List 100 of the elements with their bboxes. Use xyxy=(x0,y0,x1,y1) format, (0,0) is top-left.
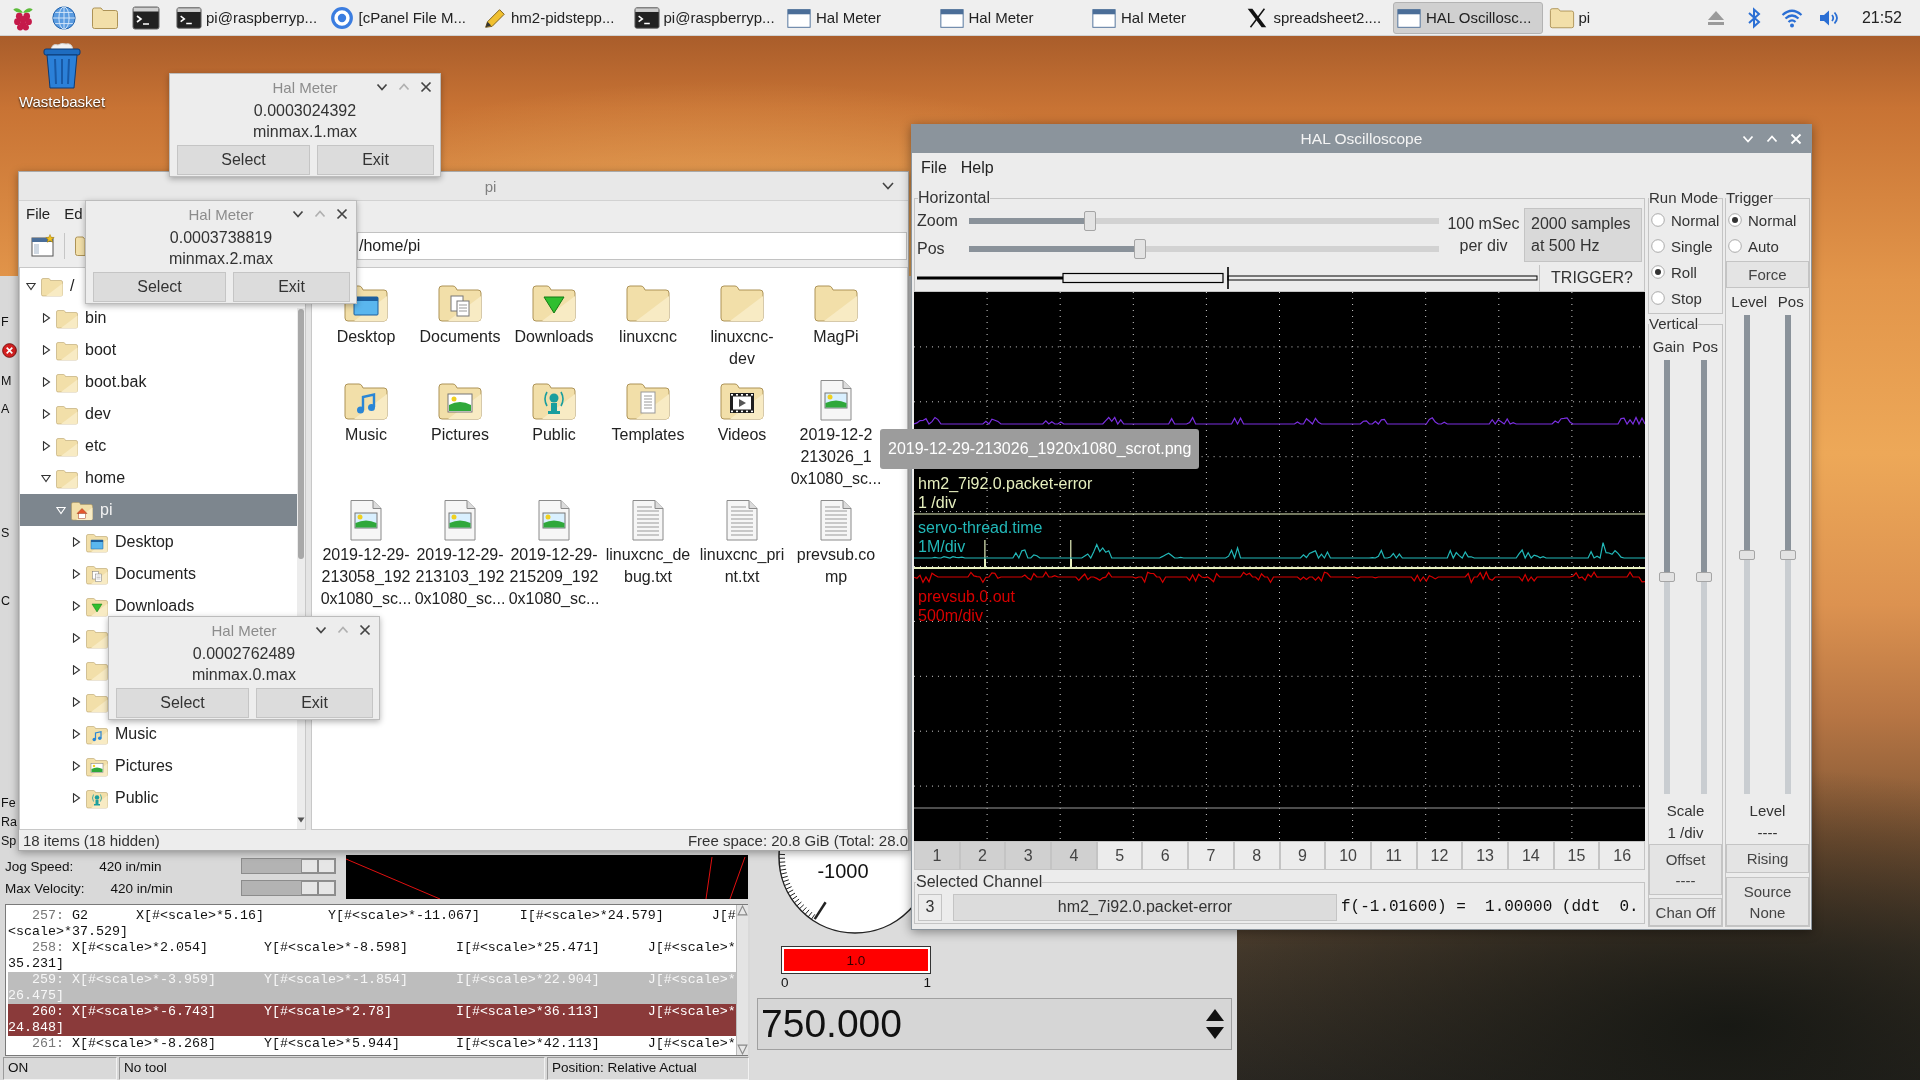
taskbar-button[interactable]: Hal Meter xyxy=(935,1,1086,34)
text-document-item[interactable]: linuxcnc_de bug.txt xyxy=(601,496,695,588)
taskbar-button[interactable]: pi@raspberryp... xyxy=(630,1,781,34)
radio-option[interactable]: Single xyxy=(1649,233,1722,259)
picture-item[interactable]: 2019-12-29- 215209_192 0x1080_sc... xyxy=(507,496,601,610)
folder-item[interactable]: Music xyxy=(319,376,413,446)
scroll-down-arrow-icon[interactable] xyxy=(736,1044,748,1055)
desktop-shortcut[interactable]: Wastebasket xyxy=(8,42,116,110)
meter-button[interactable]: Select xyxy=(93,272,226,302)
folder-icon[interactable] xyxy=(90,4,119,31)
folder-icon[interactable] xyxy=(74,234,85,258)
speed-slider[interactable] xyxy=(241,858,336,874)
folder-item[interactable]: linuxcnc xyxy=(601,278,695,348)
slider-thumb[interactable] xyxy=(1659,572,1676,582)
slider-thumb[interactable] xyxy=(1695,572,1712,582)
expander-icon[interactable] xyxy=(71,729,81,739)
tree-item[interactable]: Public xyxy=(20,786,159,810)
channel-button[interactable]: 7 xyxy=(1188,841,1234,870)
minimize-icon[interactable] xyxy=(1742,133,1754,145)
menu-item[interactable]: Help xyxy=(960,159,994,177)
text-document-item[interactable]: prevsub.co mp xyxy=(789,496,883,588)
expander-icon[interactable] xyxy=(71,601,81,611)
folder-item[interactable]: Documents xyxy=(413,278,507,348)
channel-button[interactable]: 2 xyxy=(959,841,1006,870)
tree-item[interactable]: boot.bak xyxy=(20,370,147,394)
expander-icon[interactable] xyxy=(71,665,81,675)
menu-item[interactable]: File xyxy=(26,204,51,222)
menu-item[interactable]: File xyxy=(921,159,947,177)
terminal-icon[interactable] xyxy=(131,4,160,31)
menu-item[interactable]: Ed xyxy=(64,204,83,222)
tree-item[interactable]: Documents xyxy=(20,562,196,586)
expander-icon[interactable] xyxy=(41,473,51,483)
folder-item[interactable]: Public xyxy=(507,376,601,446)
expander-icon[interactable] xyxy=(26,281,36,291)
picture-item[interactable]: 2019-12-2 213026_1 0x1080_sc... xyxy=(789,376,883,490)
expander-icon[interactable] xyxy=(71,793,81,803)
clock[interactable]: 21:52 xyxy=(1861,8,1902,27)
expander-icon[interactable] xyxy=(41,313,51,323)
radio-icon[interactable] xyxy=(1651,239,1665,253)
expander-icon[interactable] xyxy=(71,537,81,547)
scrollbar[interactable] xyxy=(735,905,748,1055)
expander-icon[interactable] xyxy=(71,633,81,643)
close-icon[interactable] xyxy=(336,208,348,220)
expander-icon[interactable] xyxy=(41,345,51,355)
stop-icon[interactable] xyxy=(2,343,17,358)
speed-slider[interactable] xyxy=(241,880,336,896)
channel-button[interactable]: 4 xyxy=(1051,841,1097,870)
taskbar-button[interactable]: pi@raspberryp... xyxy=(173,1,323,34)
location-field[interactable]: /home/pi xyxy=(357,232,907,260)
expander-icon[interactable] xyxy=(71,697,81,707)
scroll-up-arrow-icon[interactable] xyxy=(736,905,748,916)
expander-icon[interactable] xyxy=(71,761,81,771)
channel-button[interactable]: 6 xyxy=(1142,841,1189,870)
tree-item[interactable]: Downloads xyxy=(20,594,195,618)
taskbar-button[interactable]: Hal Meter xyxy=(783,1,933,34)
close-icon[interactable] xyxy=(359,624,371,636)
channel-name-button[interactable]: hm2_7i92.0.packet-error xyxy=(953,893,1337,921)
radio-option[interactable]: Normal xyxy=(1726,207,1809,233)
radio-icon[interactable] xyxy=(1651,213,1665,227)
scroll-thumb[interactable] xyxy=(298,309,304,559)
folder-item[interactable]: MagPi xyxy=(789,278,883,348)
meter-button[interactable]: Exit xyxy=(233,272,350,302)
meter-button[interactable]: Exit xyxy=(317,145,434,175)
caret-down-icon[interactable] xyxy=(376,81,388,93)
close-icon[interactable] xyxy=(420,81,432,93)
maximize-icon[interactable] xyxy=(1766,133,1778,145)
tree-item[interactable]: Music xyxy=(20,722,157,746)
slider-thumb[interactable] xyxy=(1780,549,1797,560)
taskbar-button[interactable]: HAL Oscillosc... xyxy=(1393,1,1543,34)
gcode-listing[interactable] xyxy=(5,904,748,1056)
folder-item[interactable]: Downloads xyxy=(507,278,601,348)
caret-down-icon[interactable] xyxy=(315,624,327,636)
tree-item[interactable]: Desktop xyxy=(20,530,174,554)
tree-item[interactable]: dev xyxy=(20,402,111,426)
folder-item[interactable]: linuxcnc- dev xyxy=(695,278,789,370)
radio-option[interactable]: Roll xyxy=(1649,259,1722,285)
radio-option[interactable]: Auto xyxy=(1726,233,1809,259)
slider-thumb[interactable] xyxy=(1083,211,1096,231)
globe-icon[interactable] xyxy=(49,4,78,31)
taskbar-button[interactable]: pi xyxy=(1545,1,1696,34)
up-arrow-icon[interactable] xyxy=(1205,1008,1225,1022)
text-document-item[interactable]: linuxcnc_pri nt.txt xyxy=(695,496,789,588)
channel-button[interactable]: 10 xyxy=(1325,841,1371,870)
tree-item[interactable]: / xyxy=(20,274,75,298)
channel-button[interactable]: 11 xyxy=(1370,841,1417,870)
trigger-position-bar[interactable] xyxy=(917,267,1539,289)
slider-thumb[interactable] xyxy=(301,859,335,873)
expander-icon[interactable] xyxy=(41,441,51,451)
channel-button[interactable]: 5 xyxy=(1096,841,1143,870)
caret-down-icon[interactable] xyxy=(882,182,894,190)
channel-button[interactable]: 9 xyxy=(1279,841,1326,870)
tree-item[interactable]: home xyxy=(20,466,126,490)
number-field[interactable]: 750.000 xyxy=(757,998,1232,1050)
channel-off-button[interactable]: Chan Off xyxy=(1649,898,1722,926)
expander-icon[interactable] xyxy=(41,409,51,419)
edge-button[interactable]: Rising xyxy=(1726,844,1809,873)
offset-button[interactable]: Offset ---- xyxy=(1649,844,1722,895)
channel-button[interactable]: 14 xyxy=(1507,841,1554,870)
expander-icon[interactable] xyxy=(71,569,81,579)
taskbar-button[interactable]: spreadsheet2.... xyxy=(1240,1,1391,34)
